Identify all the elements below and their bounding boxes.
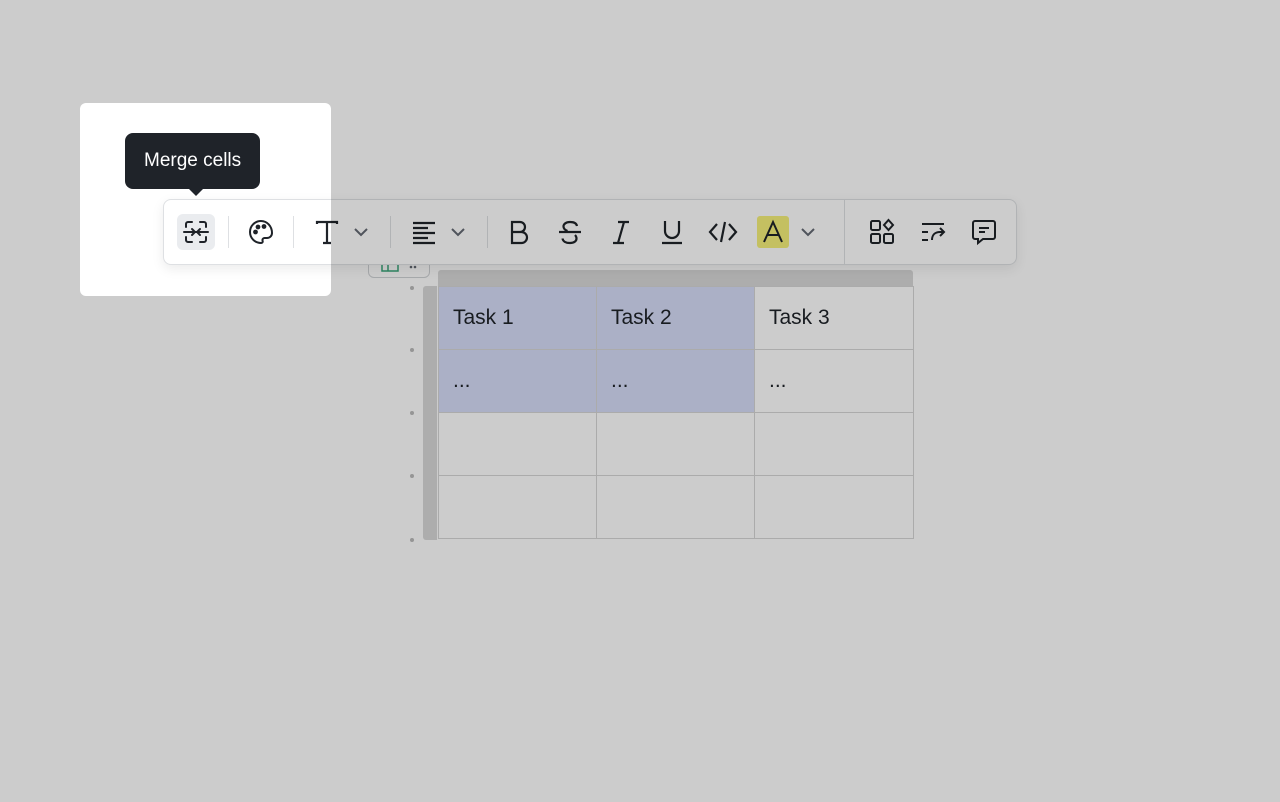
table-row	[438, 412, 914, 476]
toolbar-divider	[390, 216, 391, 248]
bold-button[interactable]	[500, 214, 538, 250]
code-button[interactable]	[704, 214, 742, 250]
align-left-icon	[413, 221, 435, 245]
highlight-a-icon	[757, 216, 789, 248]
table-cell[interactable]: ...	[596, 349, 755, 413]
chevron-down-icon	[801, 228, 815, 237]
toolbar-divider	[487, 216, 488, 248]
align-button[interactable]	[406, 214, 472, 250]
merge-cells-icon	[183, 221, 209, 243]
toolbar-divider	[293, 216, 294, 248]
italic-icon	[613, 220, 629, 245]
text-style-button[interactable]	[309, 214, 375, 250]
strikethrough-icon	[559, 220, 581, 245]
table-cell[interactable]	[596, 412, 755, 476]
column-handle-bar[interactable]	[438, 270, 913, 286]
table-cell[interactable]	[438, 412, 597, 476]
table-row	[438, 475, 914, 539]
table-cell[interactable]: Task 1	[438, 286, 597, 350]
wrap-text-button[interactable]	[914, 214, 952, 250]
toolbar-divider	[844, 200, 845, 264]
comment-icon	[972, 220, 996, 246]
table-cell[interactable]	[596, 475, 755, 539]
chevron-down-icon	[354, 228, 368, 237]
tooltip-text: Merge cells	[144, 150, 242, 171]
cell-color-button[interactable]	[242, 214, 280, 250]
table-cell[interactable]: Task 3	[754, 286, 914, 350]
underline-icon	[662, 221, 682, 245]
table-row: ... ... ...	[438, 349, 914, 413]
chevron-down-icon	[451, 228, 465, 237]
palette-icon	[248, 219, 274, 245]
table-cell[interactable]	[754, 412, 914, 476]
wrap-text-icon	[922, 223, 946, 241]
toolbar-divider	[228, 216, 229, 248]
highlight-button[interactable]	[757, 214, 823, 250]
table-row: Task 1 Task 2 Task 3	[438, 286, 914, 350]
underline-button[interactable]	[653, 214, 691, 250]
bold-icon	[510, 220, 529, 245]
table-cell[interactable]: Task 2	[596, 286, 755, 350]
row-dot[interactable]	[410, 538, 414, 542]
strikethrough-button[interactable]	[551, 214, 589, 250]
code-icon	[708, 221, 738, 243]
row-dot[interactable]	[410, 286, 414, 290]
table-cell[interactable]	[438, 475, 597, 539]
blocks-icon	[870, 218, 895, 244]
row-handle-bar[interactable]	[423, 286, 437, 540]
cell-format-toolbar	[163, 199, 1017, 265]
text-t-icon	[315, 220, 339, 245]
blocks-button[interactable]	[863, 214, 901, 250]
italic-button[interactable]	[602, 214, 640, 250]
table-cell[interactable]: ...	[438, 349, 597, 413]
row-dot[interactable]	[410, 411, 414, 415]
row-dot[interactable]	[410, 474, 414, 478]
comment-button[interactable]	[965, 214, 1003, 250]
table-cell[interactable]: ...	[754, 349, 914, 413]
table-cell[interactable]	[754, 475, 914, 539]
merge-cells-button[interactable]	[177, 214, 215, 250]
task-table: Task 1 Task 2 Task 3 ... ... ...	[438, 286, 914, 539]
merge-cells-tooltip: Merge cells	[125, 133, 261, 196]
row-dot[interactable]	[410, 348, 414, 352]
